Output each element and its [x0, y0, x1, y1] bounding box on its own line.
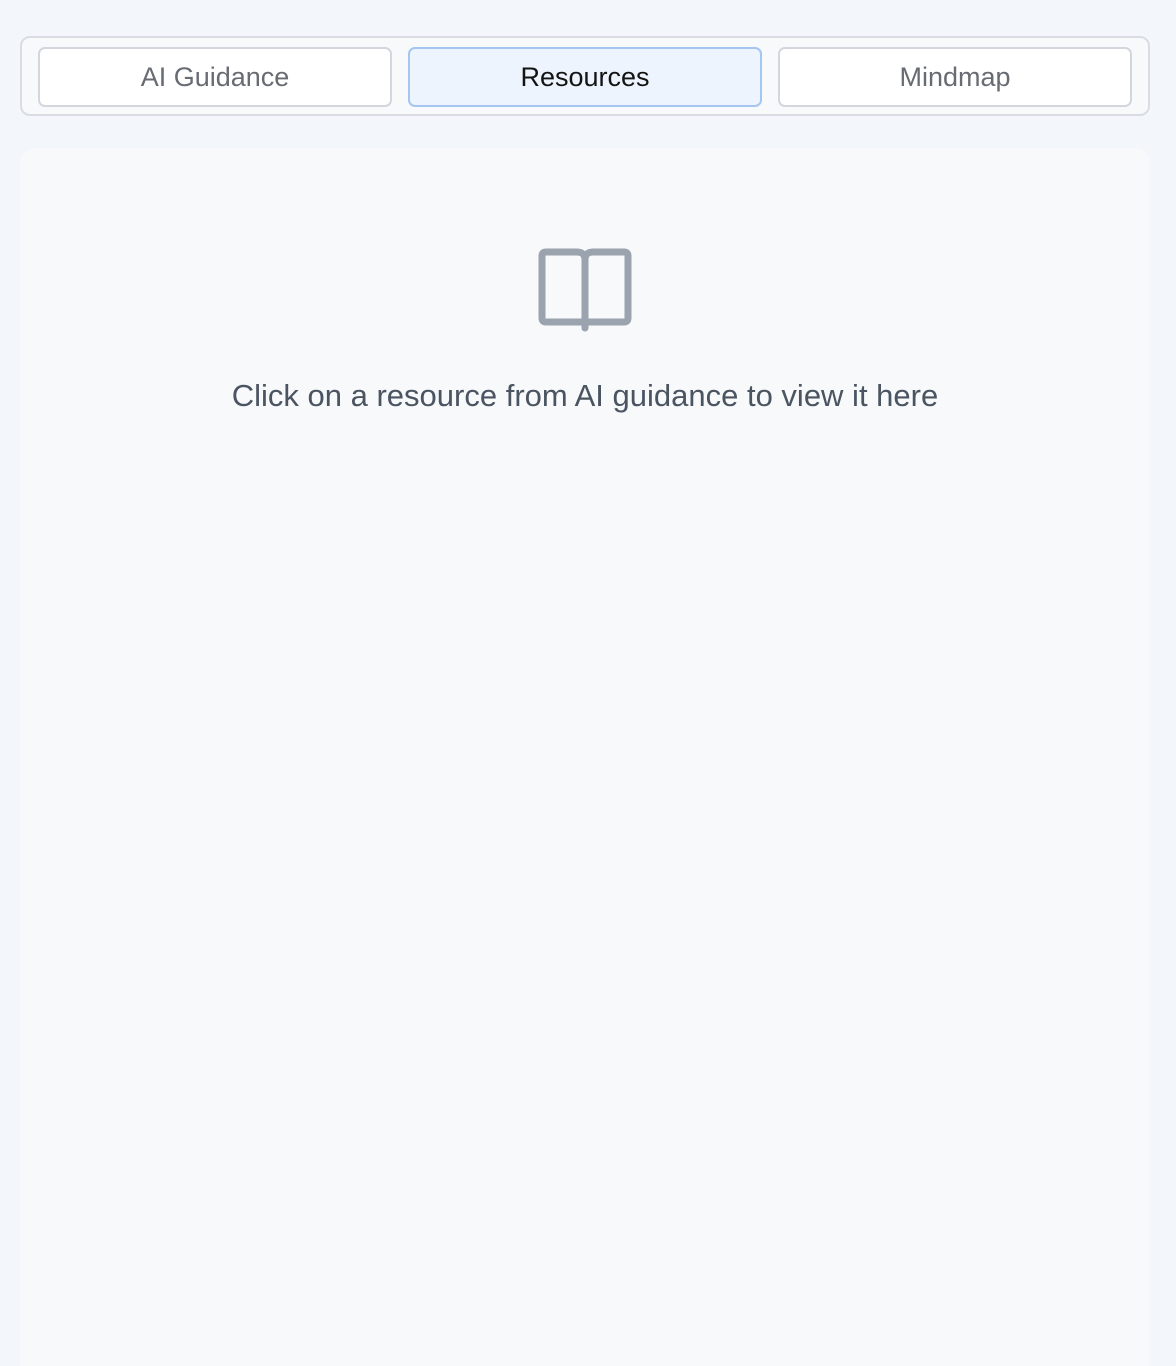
tab-bar: AI Guidance Resources Mindmap	[20, 36, 1150, 116]
tab-resources[interactable]: Resources	[408, 47, 762, 107]
book-open-icon	[538, 248, 632, 332]
resource-viewer-panel: Click on a resource from AI guidance to …	[20, 148, 1150, 1366]
resources-page: AI Guidance Resources Mindmap Click on a…	[0, 0, 1176, 1366]
tab-mindmap[interactable]: Mindmap	[778, 47, 1132, 107]
tab-ai-guidance[interactable]: AI Guidance	[38, 47, 392, 107]
empty-state-message: Click on a resource from AI guidance to …	[231, 378, 939, 413]
